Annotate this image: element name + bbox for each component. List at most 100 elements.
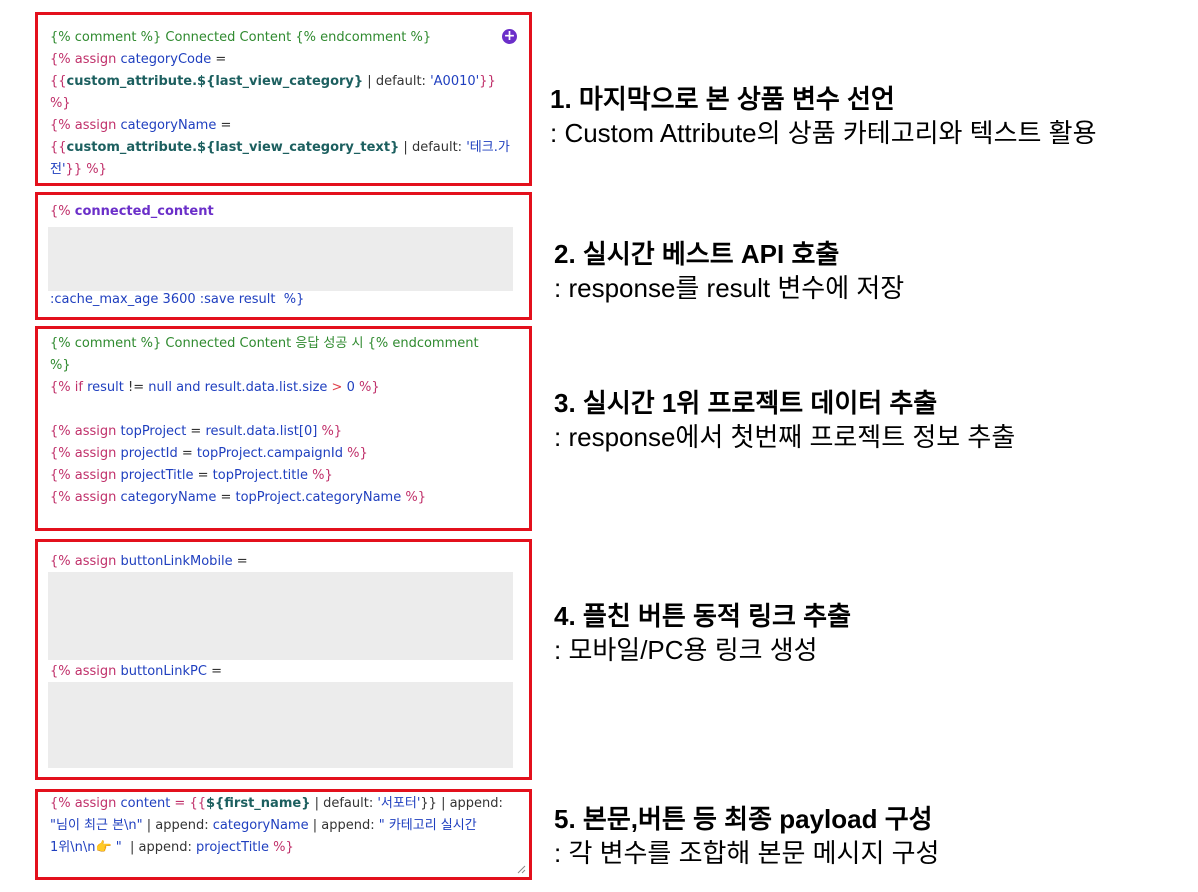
code-token: | default: bbox=[399, 140, 467, 155]
code-token: %} bbox=[354, 380, 380, 395]
code-token: | append: bbox=[308, 818, 379, 833]
step-subtitle: : 모바일/PC용 링크 생성 bbox=[554, 635, 818, 665]
step-subtitle: : response에서 첫번째 프로젝트 정보 추출 bbox=[554, 422, 1016, 452]
code-token: {% assign bbox=[50, 554, 121, 569]
code-token: %} bbox=[401, 490, 426, 505]
code-token: '테크.가 bbox=[466, 140, 510, 155]
code-token: categoryName bbox=[212, 818, 309, 833]
code-token: %} bbox=[308, 468, 333, 483]
code-block-payload[interactable]: {% assign content = {{${first_name} | de… bbox=[35, 789, 532, 880]
step-subtitle: : 각 변수를 조합해 본문 메시지 구성 bbox=[554, 838, 940, 868]
code-token: categoryName bbox=[120, 490, 217, 505]
code-token: = bbox=[232, 554, 248, 569]
step-title: 4. 플친 버튼 동적 링크 추출 bbox=[554, 601, 852, 631]
code-token: connected_content bbox=[74, 204, 214, 219]
code-token: %} bbox=[50, 358, 71, 373]
code-token: | append: bbox=[142, 818, 213, 833]
code-block-top-project[interactable]: {% comment %} Connected Content 응답 성공 시 … bbox=[35, 326, 532, 531]
code-block-api-call[interactable]: {% connected_content :cache_max_age 3600… bbox=[35, 192, 532, 320]
code-block-button-links[interactable]: {% assign buttonLinkMobile = {% assign b… bbox=[35, 539, 532, 780]
code-token: topProject.title bbox=[212, 468, 309, 483]
code-token: = bbox=[206, 664, 222, 679]
code-token: topProject.categoryName bbox=[235, 490, 402, 505]
code-token: = {{ bbox=[170, 796, 206, 811]
step-subtitle: : response를 result 변수에 저장 bbox=[554, 273, 905, 303]
code-token: categoryName bbox=[120, 118, 217, 133]
code-token: = bbox=[216, 118, 232, 133]
code-token: topProject.campaignId bbox=[196, 446, 344, 461]
code-token: projectId bbox=[120, 446, 178, 461]
code-token: | default: bbox=[363, 74, 431, 89]
code-token: :cache_max_age 3600 :save result %} bbox=[50, 292, 305, 307]
code-token: null and result.data.list.size bbox=[148, 380, 328, 395]
code-token: {% assign bbox=[50, 796, 121, 811]
code-token: result bbox=[87, 380, 124, 395]
code-text[interactable]: {% connected_content bbox=[50, 201, 517, 223]
code-token: {% assign bbox=[50, 468, 121, 483]
code-token: }} | append: bbox=[420, 796, 503, 811]
code-token: | default: bbox=[310, 796, 378, 811]
code-token: " 카테고리 실시간 bbox=[378, 818, 477, 833]
code-token: {% assign bbox=[50, 118, 121, 133]
code-token: %} bbox=[269, 840, 294, 855]
code-token: {% comment %} Connected Content {% endco… bbox=[50, 30, 432, 45]
code-text[interactable]: {% assign content = {{${first_name} | de… bbox=[50, 793, 517, 859]
code-token: topProject bbox=[120, 424, 187, 439]
code-token: | append: bbox=[121, 840, 197, 855]
code-text[interactable]: {% assign buttonLinkPC = bbox=[50, 661, 517, 683]
code-token: {% assign bbox=[50, 490, 121, 505]
code-token: = bbox=[211, 52, 227, 67]
code-token: {% assign bbox=[50, 424, 121, 439]
code-token: > bbox=[327, 380, 347, 395]
code-token: content bbox=[120, 796, 171, 811]
code-token: {{ bbox=[50, 74, 67, 89]
code-token: }} %} bbox=[65, 162, 107, 177]
code-token: buttonLinkMobile bbox=[120, 554, 233, 569]
code-token: = bbox=[216, 490, 236, 505]
resize-grip-icon[interactable] bbox=[516, 864, 526, 874]
step-label-1: 1. 마지막으로 본 상품 변수 선언 : Custom Attribute의 … bbox=[550, 82, 1097, 150]
code-token: = bbox=[193, 468, 213, 483]
step-label-2: 2. 실시간 베스트 API 호출 : response를 result 변수에… bbox=[554, 237, 904, 305]
redacted-placeholder bbox=[48, 572, 513, 660]
code-token: 전' bbox=[50, 162, 66, 177]
redacted-placeholder bbox=[48, 227, 513, 291]
step-title: 5. 본문,버튼 등 최종 payload 구성 bbox=[554, 804, 933, 834]
code-token: "님이 최근 본\n" bbox=[50, 818, 143, 833]
code-token: {% comment %} Connected Content 응답 성공 시 … bbox=[50, 336, 479, 351]
code-token: {% if bbox=[50, 380, 88, 395]
code-token: {% assign bbox=[50, 664, 121, 679]
code-token: projectTitle bbox=[196, 840, 270, 855]
code-token: 0 bbox=[346, 380, 355, 395]
redacted-placeholder bbox=[48, 682, 513, 768]
code-text[interactable]: {% comment %} Connected Content {% endco… bbox=[50, 27, 517, 181]
step-title: 3. 실시간 1위 프로젝트 데이터 추출 bbox=[554, 388, 938, 418]
code-text[interactable]: :cache_max_age 3600 :save result %} bbox=[50, 289, 517, 311]
step-label-3: 3. 실시간 1위 프로젝트 데이터 추출 : response에서 첫번째 프… bbox=[554, 386, 1015, 454]
code-token: ${first_name} bbox=[206, 796, 311, 811]
code-token: %} bbox=[317, 424, 343, 439]
step-label-4: 4. 플친 버튼 동적 링크 추출 : 모바일/PC용 링크 생성 bbox=[554, 599, 851, 667]
code-token: categoryCode bbox=[120, 52, 212, 67]
code-token: buttonLinkPC bbox=[120, 664, 207, 679]
code-token: 'A0010' bbox=[430, 74, 480, 89]
code-token: = bbox=[186, 424, 206, 439]
code-token: != bbox=[123, 380, 149, 395]
code-token: result.data.list[0] bbox=[205, 424, 318, 439]
code-token: {% assign bbox=[50, 52, 121, 67]
code-text[interactable]: {% assign buttonLinkMobile = bbox=[50, 551, 517, 573]
code-token: {{ bbox=[50, 140, 67, 155]
code-token: %} bbox=[343, 446, 368, 461]
step-title: 2. 실시간 베스트 API 호출 bbox=[554, 239, 840, 269]
step-title: 1. 마지막으로 본 상품 변수 선언 bbox=[550, 84, 895, 114]
code-token: = bbox=[177, 446, 197, 461]
code-token: 1위\n\n👉 " bbox=[50, 840, 122, 855]
step-label-5: 5. 본문,버튼 등 최종 payload 구성 : 각 변수를 조합해 본문 … bbox=[554, 802, 939, 870]
step-subtitle: : Custom Attribute의 상품 카테고리와 텍스트 활용 bbox=[550, 118, 1097, 148]
code-text[interactable]: {% comment %} Connected Content 응답 성공 시 … bbox=[50, 333, 517, 509]
code-token: {% bbox=[50, 204, 75, 219]
code-token: '서포터' bbox=[377, 796, 421, 811]
code-block-variable-declaration[interactable]: + {% comment %} Connected Content {% end… bbox=[35, 12, 532, 186]
code-token: projectTitle bbox=[120, 468, 194, 483]
code-token: custom_attribute.${last_view_category_te… bbox=[66, 140, 400, 155]
